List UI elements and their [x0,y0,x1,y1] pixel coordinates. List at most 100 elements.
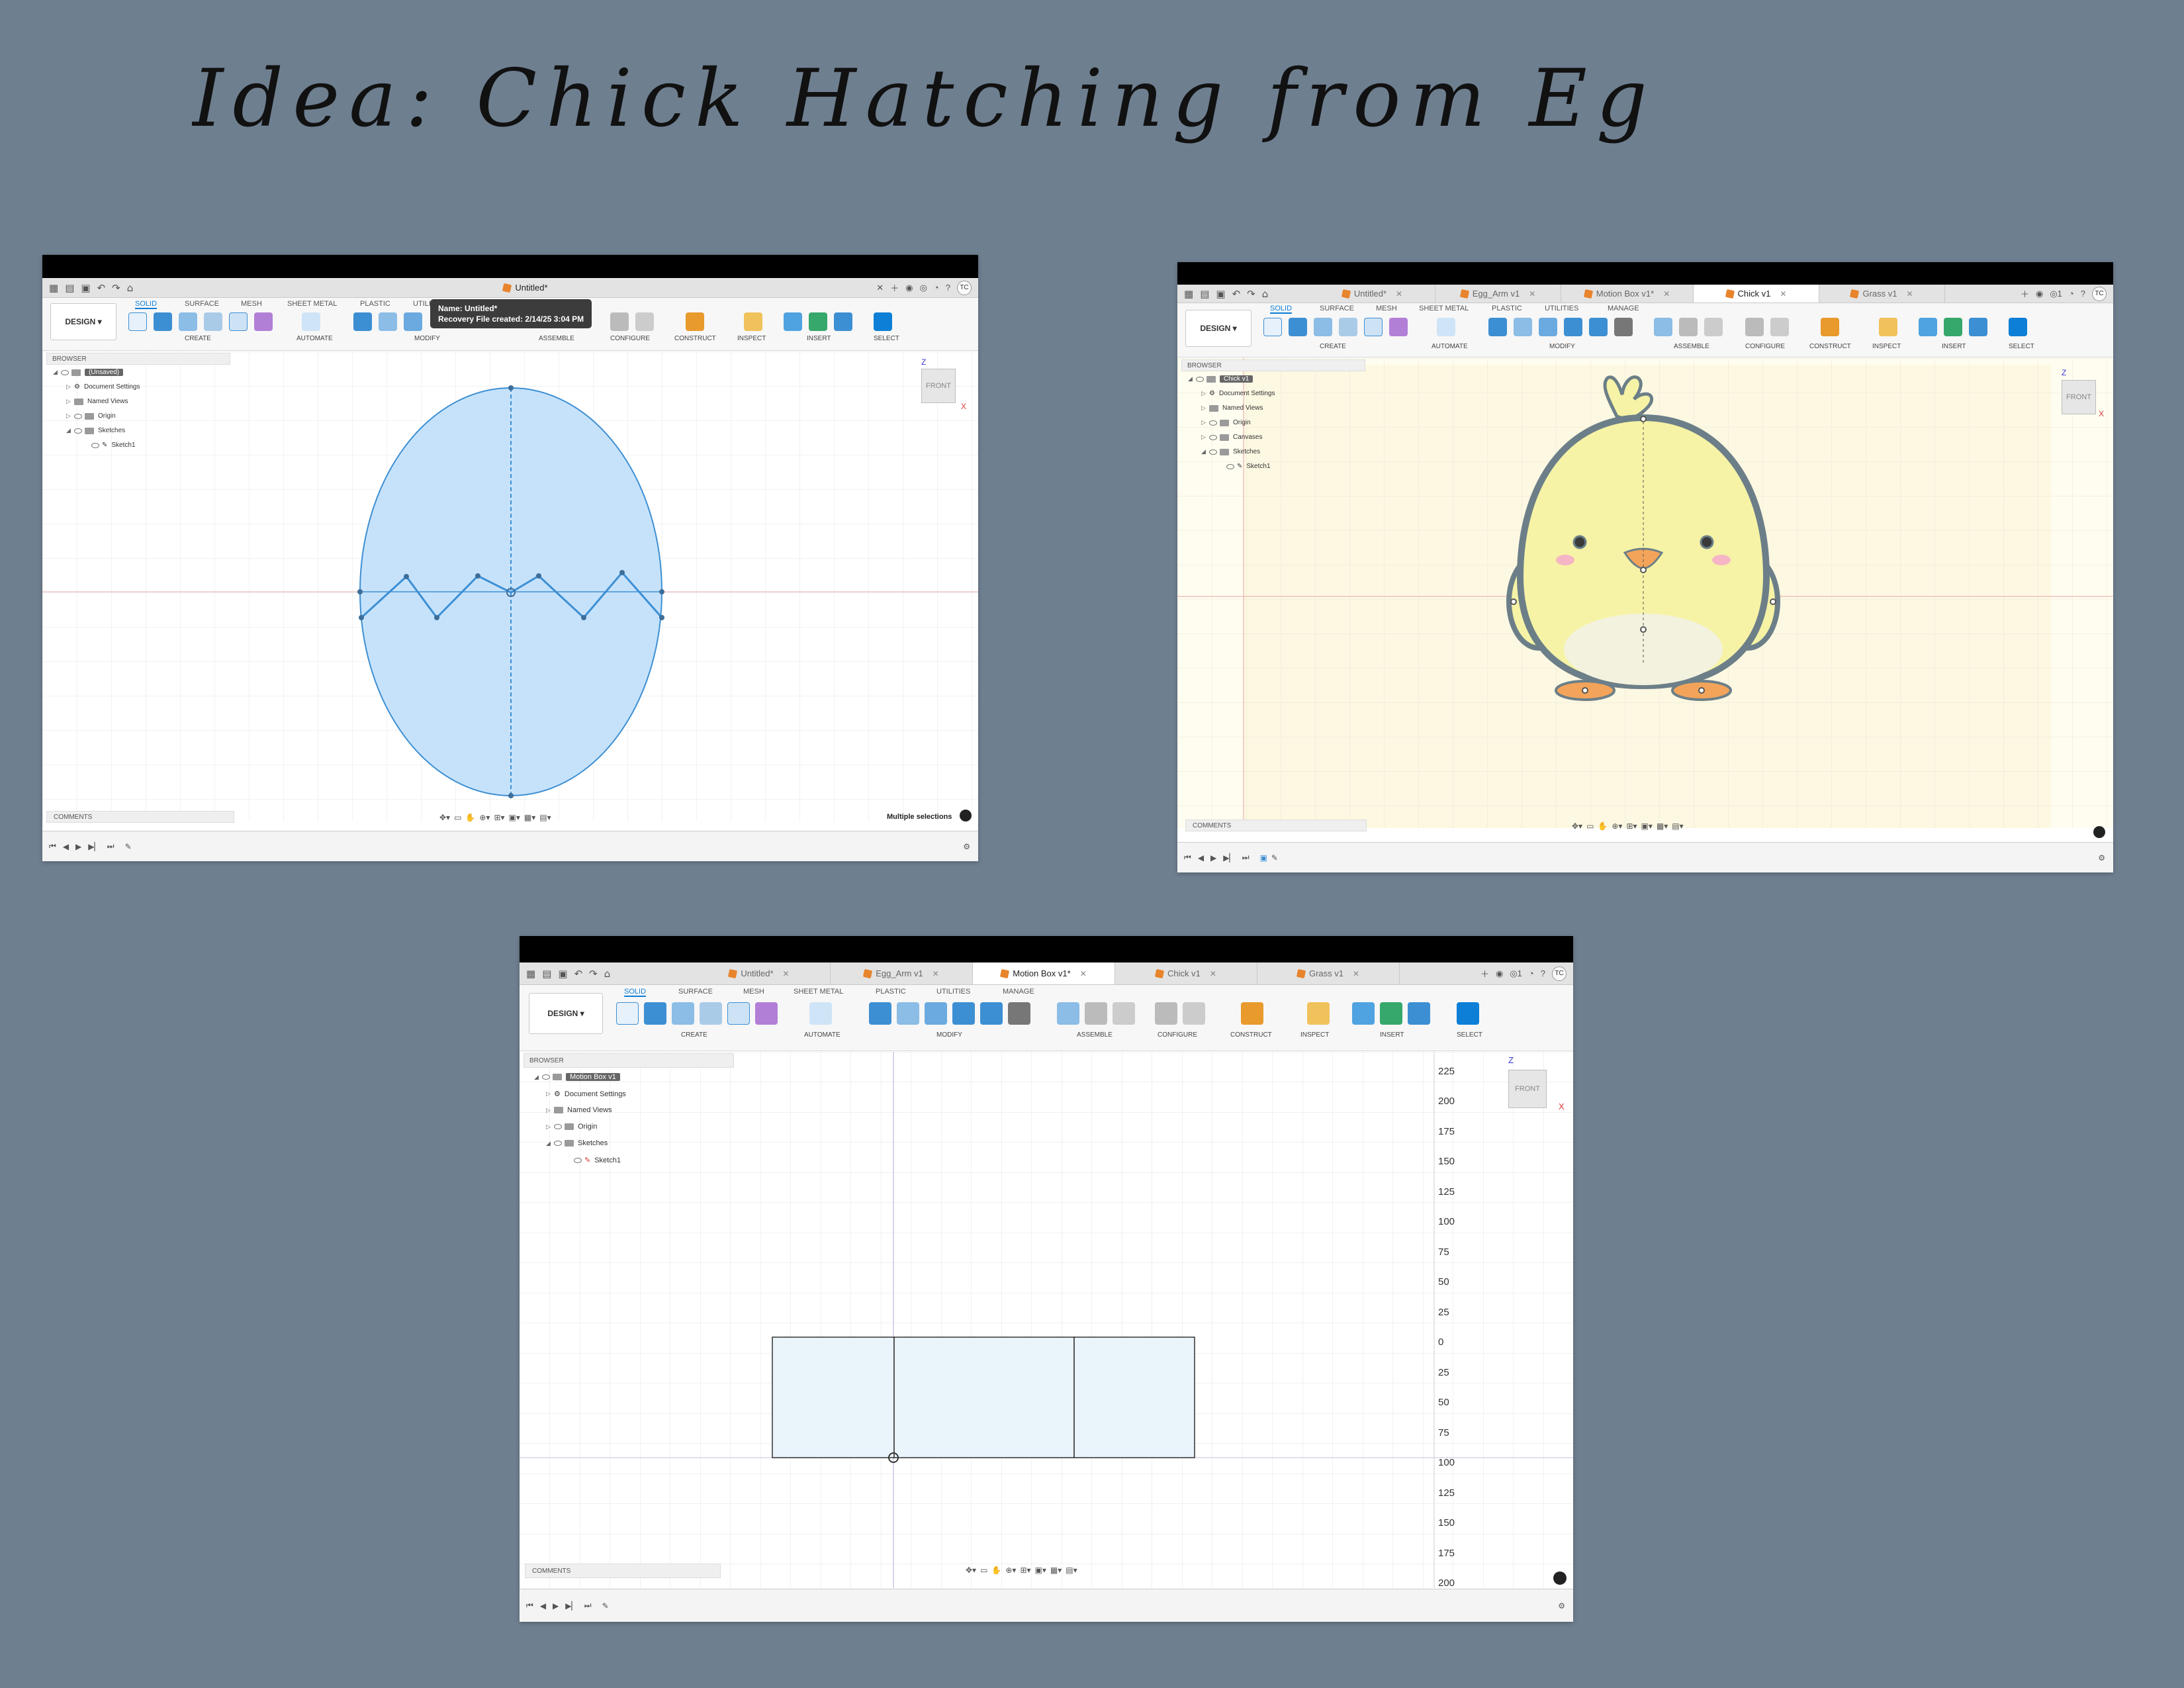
home-icon[interactable]: ⌂ [604,968,611,980]
tree-root[interactable]: ◢ Chick v1 [1188,375,1253,383]
tab-chick[interactable]: Chick v1 ✕ [1115,962,1257,984]
measure-icon[interactable] [1307,1002,1330,1025]
visibility-icon[interactable] [554,1124,562,1129]
move-icon[interactable] [1614,318,1633,336]
new-tab-icon[interactable]: ＋ [2021,287,2029,300]
group-construct[interactable]: CONSTRUCT [1230,1031,1272,1039]
play-icon[interactable]: ▶ [75,842,81,851]
joint-icon[interactable] [1085,1002,1107,1025]
tab-plastic[interactable]: PLASTIC [360,300,390,308]
tab-egg-arm[interactable]: Egg_Arm v1 ✕ [831,962,973,984]
shell-icon[interactable] [925,1002,947,1025]
save-icon[interactable]: ▣ [81,282,90,294]
new-component-icon[interactable] [1057,1002,1079,1025]
tab-motion-box[interactable]: Motion Box v1* ✕ [973,962,1115,984]
group-insert[interactable]: INSERT [1380,1031,1404,1039]
close-tab-icon[interactable]: ✕ [1210,969,1216,978]
tab-grass[interactable]: Grass v1 ✕ [1819,285,1945,303]
comments-panel[interactable]: COMMENTS [46,811,234,823]
tab-surface[interactable]: SURFACE [678,988,713,996]
configure-table-icon[interactable] [1770,318,1789,336]
visibility-icon[interactable] [1209,420,1217,426]
extensions-icon[interactable]: ◎1 [1510,968,1522,979]
tree-item-named-views[interactable]: ▷ Named Views [1201,404,1263,412]
first-frame-icon[interactable]: ⏮ [526,1601,533,1611]
tab-untitled[interactable]: Untitled* ✕ [688,962,831,984]
group-modify[interactable]: MODIFY [414,335,440,342]
group-configure[interactable]: CONFIGURE [610,335,650,342]
close-tab-icon[interactable]: ✕ [1663,289,1670,299]
grid-settings-icon[interactable]: ▦▾ [1657,821,1668,831]
box-right-panel[interactable] [1073,1336,1195,1458]
group-automate[interactable]: AUTOMATE [1432,343,1468,350]
hole-icon[interactable] [204,312,222,331]
tab-mesh[interactable]: MESH [743,988,764,996]
zoom-window-icon[interactable]: ⊞▾ [1020,1566,1030,1575]
insert-image-icon[interactable] [1408,1002,1430,1025]
play-icon[interactable]: ▶ [553,1601,559,1611]
next-frame-icon[interactable]: ▶▏ [88,842,100,851]
tree-item-canvases[interactable]: ▷ Canvases [1201,434,1262,441]
visibility-icon[interactable] [91,442,99,448]
file-icon[interactable]: ▤ [542,968,551,980]
tree-item-document-settings[interactable]: ▷ ⚙ Document Settings [1201,390,1275,397]
group-construct[interactable]: CONSTRUCT [674,335,716,342]
close-tab-icon[interactable]: ✕ [933,969,939,978]
press-pull-icon[interactable] [1488,318,1507,336]
timeline-sketch-icon[interactable]: ✎ [1271,853,1278,863]
tab-sheet-metal[interactable]: SHEET METAL [1419,305,1469,312]
group-select[interactable]: SELECT [1457,1031,1482,1039]
browser-header[interactable]: BROWSER [1181,359,1365,371]
timeline-sketch-icon[interactable]: ✎ [602,1601,609,1611]
grid-icon[interactable]: ▦ [1184,288,1193,300]
tree-item-origin[interactable]: ▷ Origin [1201,419,1251,426]
group-modify[interactable]: MODIFY [936,1031,962,1039]
viewports-icon[interactable]: ▤▾ [539,813,551,822]
new-tab-icon[interactable]: ＋ [1480,967,1489,980]
create-sketch-icon[interactable] [128,312,147,331]
shell-icon[interactable] [1539,318,1557,336]
group-inspect[interactable]: INSPECT [737,335,766,342]
pattern-icon[interactable] [727,1002,750,1025]
hole-icon[interactable] [1339,318,1357,336]
pan-icon[interactable]: ✋ [991,1566,1001,1575]
zoom-icon[interactable]: ⊕▾ [1612,821,1622,831]
redo-icon[interactable]: ↷ [1247,288,1255,300]
split-icon[interactable] [980,1002,1003,1025]
tab-surface[interactable]: SURFACE [185,300,219,308]
timeline-canvas-icon[interactable]: ▣ [1260,853,1267,863]
fillet-icon[interactable] [1514,318,1532,336]
group-automate[interactable]: AUTOMATE [804,1031,841,1039]
tree-root[interactable]: ◢ Motion Box v1 [534,1073,620,1081]
table-icon[interactable] [1113,1002,1135,1025]
form-icon[interactable] [1389,318,1408,336]
timeline-settings-icon[interactable]: ⚙ [963,842,970,851]
create-sketch-icon[interactable] [616,1002,639,1025]
group-inspect[interactable]: INSPECT [1872,343,1901,350]
tree-item-named-views[interactable]: ▷ Named Views [66,398,128,405]
comments-panel[interactable]: COMMENTS [1185,820,1367,831]
insert-mesh-icon[interactable] [809,312,827,331]
measure-icon[interactable] [1879,318,1897,336]
extensions-icon[interactable]: ◎ [920,283,927,293]
automate-icon[interactable] [302,312,320,331]
tab-mesh[interactable]: MESH [1376,305,1397,312]
first-frame-icon[interactable]: ⏮ [49,841,56,851]
visibility-icon[interactable] [554,1141,562,1146]
motion-box-sketch[interactable] [772,1336,1195,1463]
revolve-icon[interactable] [1314,318,1332,336]
select-icon[interactable] [874,312,892,331]
grid-settings-icon[interactable]: ▦▾ [524,813,535,822]
new-tab-icon[interactable]: ＋ [890,281,899,294]
tab-sheet-metal[interactable]: SHEET METAL [287,300,337,308]
visibility-icon[interactable] [74,428,82,434]
pattern-icon[interactable] [229,312,248,331]
insert-derive-icon[interactable] [1352,1002,1375,1025]
select-icon[interactable] [2009,318,2027,336]
form-icon[interactable] [755,1002,778,1025]
save-icon[interactable]: ▣ [1216,288,1225,300]
tab-sheet-metal[interactable]: SHEET METAL [794,988,843,996]
job-status-icon[interactable]: ◉ [905,283,913,293]
workspace-switcher[interactable]: DESIGN ▾ [1185,310,1251,347]
document-tab[interactable]: Untitled* [175,278,876,297]
